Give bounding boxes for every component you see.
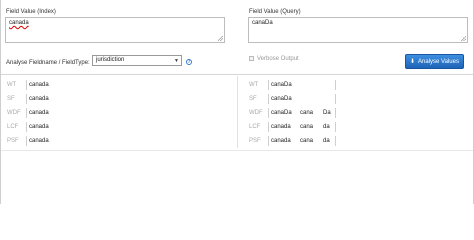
analysis-row: SF canaDa	[249, 94, 469, 106]
token-cell: cana	[300, 110, 314, 116]
row-separator	[268, 80, 269, 90]
analysis-row: LCF canada	[7, 122, 227, 134]
token-cell: canada	[29, 124, 49, 130]
analysis-row: WT canaDa	[249, 80, 469, 92]
analyzer-tag: PSF	[7, 138, 19, 144]
analyzer-tag: PSF	[249, 138, 261, 144]
analysis-row: WDF canaDa cana Da	[249, 108, 469, 120]
analyzer-tag: SF	[7, 96, 15, 102]
row-separator	[335, 108, 336, 118]
analyzer-tag: WDF	[7, 110, 21, 116]
analyse-values-label: Analyse Values	[418, 58, 459, 65]
row-separator	[26, 108, 27, 118]
row-separator	[26, 136, 27, 146]
token-cell: canada	[271, 138, 291, 144]
row-separator	[335, 94, 336, 104]
token-cell: cana	[300, 138, 314, 144]
row-separator	[268, 122, 269, 132]
analysis-row: WT canada	[7, 80, 227, 92]
index-value-textarea[interactable]: canada	[5, 17, 225, 43]
analysis-row: PSF canada cana da	[249, 136, 469, 148]
token-cell: da	[323, 124, 330, 130]
resize-grip-icon[interactable]	[461, 36, 466, 41]
download-arrow-icon: ⬇	[410, 59, 416, 65]
analyse-values-button[interactable]: ⬇ Analyse Values	[405, 54, 464, 69]
token-cell: Da	[323, 110, 331, 116]
analyzer-tag: SF	[249, 96, 257, 102]
token-cell: da	[323, 138, 330, 144]
token-cell: canada	[29, 96, 49, 102]
fieldtype-label: Analyse Fieldname / FieldType:	[6, 60, 90, 66]
verbose-checkbox[interactable]	[249, 56, 254, 61]
analysis-row: WDF canada	[7, 108, 227, 120]
resize-grip-icon[interactable]	[218, 36, 223, 41]
results-bottom-divider	[1, 150, 473, 151]
fieldtype-select[interactable]: jurisdiction ▼	[92, 55, 182, 66]
analysis-row: PSF canada	[7, 136, 227, 148]
row-separator	[26, 80, 27, 90]
row-separator	[268, 108, 269, 118]
row-separator	[335, 122, 336, 132]
token-cell: canaDa	[271, 110, 292, 116]
row-separator	[268, 136, 269, 146]
section-divider	[1, 74, 473, 75]
token-cell: canaDa	[271, 82, 292, 88]
analysis-row: LCF canada cana da	[249, 122, 469, 134]
analysis-row: SF canada	[7, 94, 227, 106]
verbose-output-label: Verbose Output	[257, 56, 299, 62]
token-cell: canada	[29, 82, 49, 88]
row-separator	[26, 122, 27, 132]
token-cell: canada	[29, 110, 49, 116]
row-separator	[26, 94, 27, 104]
query-value-text: canaDa	[252, 20, 273, 26]
token-cell: canada	[29, 138, 49, 144]
row-separator	[268, 94, 269, 104]
analyzer-tag: WT	[7, 82, 17, 88]
token-cell: canada	[271, 124, 291, 130]
chevron-down-icon: ▼	[174, 58, 179, 64]
analyzer-tag: LCF	[7, 124, 19, 130]
token-cell: cana	[300, 124, 314, 130]
column-divider	[237, 76, 238, 148]
query-value-textarea[interactable]: canaDa	[248, 17, 468, 43]
analyzer-tag: WDF	[249, 110, 263, 116]
help-icon[interactable]: ?	[186, 59, 192, 65]
fieldtype-selected-value: jurisdiction	[96, 57, 125, 63]
index-field-label: Field Value (Index)	[6, 9, 56, 15]
token-cell: canaDa	[271, 96, 292, 102]
row-separator	[335, 80, 336, 90]
query-field-label: Field Value (Query)	[249, 9, 301, 15]
index-value-text: canada	[9, 20, 29, 26]
analyzer-tag: WT	[249, 82, 259, 88]
verbose-output-toggle[interactable]: Verbose Output	[249, 56, 299, 62]
row-separator	[335, 136, 336, 146]
analyzer-tag: LCF	[249, 124, 261, 130]
